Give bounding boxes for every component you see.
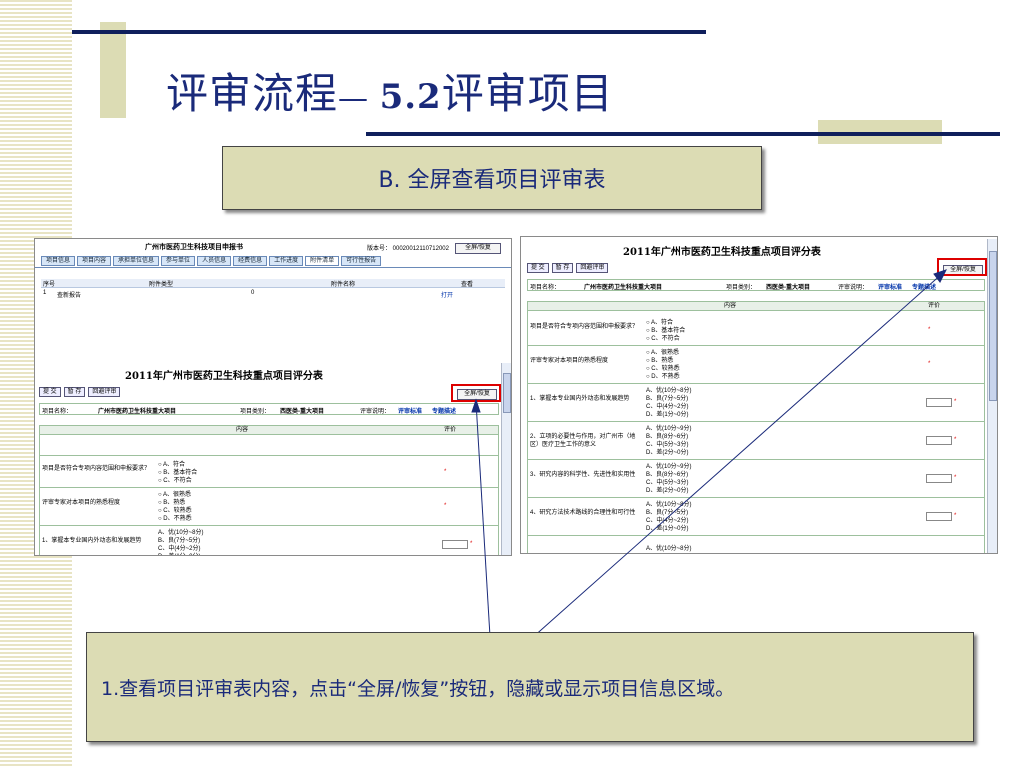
- callout-box: 1.查看项目评审表内容，点击“全屏/恢复”按钮，隐藏或显示项目信息区域。: [86, 632, 974, 742]
